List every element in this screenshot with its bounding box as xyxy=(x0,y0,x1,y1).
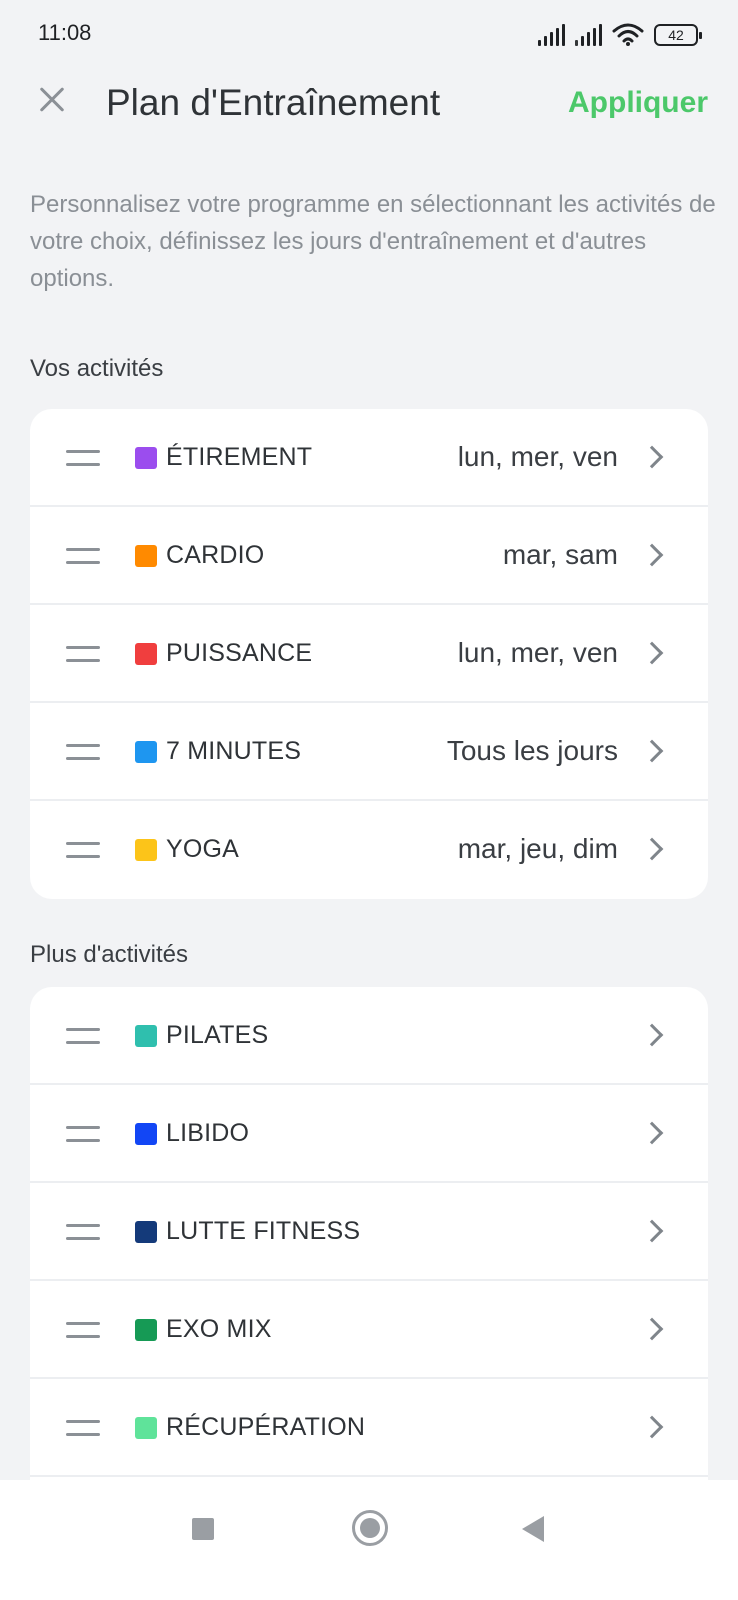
activity-name: PILATES xyxy=(166,1021,269,1049)
color-swatch xyxy=(135,545,157,567)
drag-handle-icon[interactable] xyxy=(66,1126,100,1144)
chevron-right-icon xyxy=(640,837,664,861)
activity-days: mar, jeu, dim xyxy=(457,833,618,864)
color-swatch xyxy=(135,447,157,469)
home-icon[interactable] xyxy=(352,1510,388,1546)
activity-name: LIBIDO xyxy=(166,1119,250,1147)
header: Plan d'Entraînement Appliquer xyxy=(0,66,738,146)
activity-name: YOGA xyxy=(166,835,240,863)
more-activities-list: PILATES LIBIDO LUTTE FITNESS EXO MIX RÉC… xyxy=(30,987,708,1507)
activity-name: EXO MIX xyxy=(166,1315,272,1343)
activity-name: CARDIO xyxy=(166,541,265,569)
section-title-my-activities: Vos activités xyxy=(30,355,164,382)
activity-name: RÉCUPÉRATION xyxy=(166,1413,366,1441)
signal-icon xyxy=(538,24,565,46)
drag-handle-icon[interactable] xyxy=(66,744,100,762)
color-swatch xyxy=(135,643,157,665)
drag-handle-icon[interactable] xyxy=(66,842,100,860)
drag-handle-icon[interactable] xyxy=(66,1224,100,1242)
color-swatch xyxy=(135,1417,157,1439)
status-icons: 42 xyxy=(538,20,702,46)
activity-name: 7 MINUTES xyxy=(166,737,302,765)
battery-icon: 42 xyxy=(654,24,702,46)
status-time: 11:08 xyxy=(38,20,92,45)
drag-handle-icon[interactable] xyxy=(66,548,100,566)
activity-days: lun, mer, ven xyxy=(457,441,618,472)
color-swatch xyxy=(135,1123,157,1145)
activity-row[interactable]: EXO MIX xyxy=(30,1281,708,1379)
drag-handle-icon[interactable] xyxy=(66,1028,100,1046)
chevron-right-icon xyxy=(640,1317,664,1341)
chevron-right-icon xyxy=(640,739,664,763)
drag-handle-icon[interactable] xyxy=(66,450,100,468)
chevron-right-icon xyxy=(640,1415,664,1439)
activity-days: Tous les jours xyxy=(446,735,618,766)
drag-handle-icon[interactable] xyxy=(66,1322,100,1340)
my-activities-list: ÉTIREMENT lun, mer, ven CARDIO mar, sam … xyxy=(30,409,708,899)
description-text: Personnalisez votre programme en sélecti… xyxy=(30,191,716,292)
activity-name: LUTTE FITNESS xyxy=(166,1217,361,1245)
activity-row[interactable]: ÉTIREMENT lun, mer, ven xyxy=(30,409,708,507)
color-swatch xyxy=(135,741,157,763)
page-title: Plan d'Entraînement xyxy=(106,82,441,123)
chevron-right-icon xyxy=(640,641,664,665)
color-swatch xyxy=(135,839,157,861)
close-icon[interactable] xyxy=(32,80,72,120)
chevron-right-icon xyxy=(640,1023,664,1047)
recent-apps-icon[interactable] xyxy=(192,1518,214,1540)
back-icon[interactable] xyxy=(522,1516,544,1542)
activity-row[interactable]: LUTTE FITNESS xyxy=(30,1183,708,1281)
drag-handle-icon[interactable] xyxy=(66,646,100,664)
section-title-more-activities: Plus d'activités xyxy=(30,941,188,968)
chevron-right-icon xyxy=(640,1121,664,1145)
wifi-icon xyxy=(612,23,644,46)
color-swatch xyxy=(135,1221,157,1243)
chevron-right-icon xyxy=(640,445,664,469)
signal-icon xyxy=(575,24,602,46)
activity-row[interactable]: PILATES xyxy=(30,987,708,1085)
apply-button[interactable]: Appliquer xyxy=(568,86,708,120)
drag-handle-icon[interactable] xyxy=(66,1420,100,1438)
status-bar: 11:08 42 xyxy=(0,0,738,66)
activity-days: mar, sam xyxy=(502,539,618,570)
color-swatch xyxy=(135,1025,157,1047)
activity-row[interactable]: PUISSANCE lun, mer, ven xyxy=(30,605,708,703)
color-swatch xyxy=(135,1319,157,1341)
chevron-right-icon xyxy=(640,543,664,567)
activity-row[interactable]: 7 MINUTES Tous les jours xyxy=(30,703,708,801)
activity-name: PUISSANCE xyxy=(166,639,313,667)
system-navigation-bar xyxy=(0,1480,738,1600)
activity-row[interactable]: YOGA mar, jeu, dim xyxy=(30,801,708,899)
activity-row[interactable]: LIBIDO xyxy=(30,1085,708,1183)
activity-row[interactable]: RÉCUPÉRATION xyxy=(30,1379,708,1477)
chevron-right-icon xyxy=(640,1219,664,1243)
activity-days: lun, mer, ven xyxy=(457,637,618,668)
activity-row[interactable]: CARDIO mar, sam xyxy=(30,507,708,605)
training-plan-screen: 11:08 42 Plan d'Entraînement Appliquer P… xyxy=(0,0,738,1600)
activity-name: ÉTIREMENT xyxy=(166,443,313,471)
